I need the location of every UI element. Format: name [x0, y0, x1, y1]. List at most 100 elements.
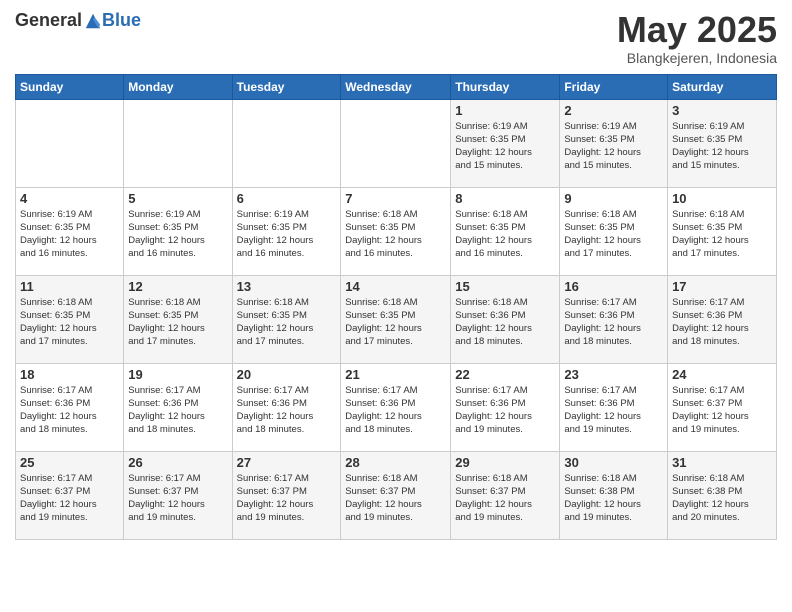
calendar-cell: 13Sunrise: 6:18 AM Sunset: 6:35 PM Dayli…	[232, 275, 341, 363]
day-number: 8	[455, 191, 555, 206]
calendar-cell: 6Sunrise: 6:19 AM Sunset: 6:35 PM Daylig…	[232, 187, 341, 275]
day-info: Sunrise: 6:18 AM Sunset: 6:37 PM Dayligh…	[455, 472, 555, 525]
day-number: 3	[672, 103, 772, 118]
calendar-cell: 25Sunrise: 6:17 AM Sunset: 6:37 PM Dayli…	[16, 451, 124, 539]
day-info: Sunrise: 6:17 AM Sunset: 6:36 PM Dayligh…	[20, 384, 119, 437]
calendar-cell: 10 Sunrise: 6:18 AM Sunset: 6:35 PM Dayli…	[668, 187, 777, 275]
day-info: Sunrise: 6:19 AM Sunset: 6:35 PM Dayligh…	[672, 120, 772, 173]
calendar-cell: 1 Sunrise: 6:19 AM Sunset: 6:35 PM Daylig…	[451, 99, 560, 187]
calendar-cell	[124, 99, 232, 187]
day-number: 23	[564, 367, 663, 382]
calendar-cell	[16, 99, 124, 187]
weekday-header-tuesday: Tuesday	[232, 74, 341, 99]
calendar-cell: 17 Sunrise: 6:17 AM Sunset: 6:36 PM Dayli…	[668, 275, 777, 363]
day-number: 25	[20, 455, 119, 470]
weekday-header-monday: Monday	[124, 74, 232, 99]
day-info: Sunrise: 6:17 AM Sunset: 6:36 PM Dayligh…	[672, 296, 772, 349]
day-info: Sunrise: 6:18 AM Sunset: 6:35 PM Dayligh…	[564, 208, 663, 261]
day-info: Sunrise: 6:17 AM Sunset: 6:36 PM Dayligh…	[564, 296, 663, 349]
calendar-cell: 31 Sunrise: 6:18 AM Sunset: 6:38 PM Dayli…	[668, 451, 777, 539]
weekday-header-thursday: Thursday	[451, 74, 560, 99]
calendar-cell: 19 Sunrise: 6:17 AM Sunset: 6:36 PM Dayli…	[124, 363, 232, 451]
day-number: 13	[237, 279, 337, 294]
calendar-table: SundayMondayTuesdayWednesdayThursdayFrid…	[15, 74, 777, 540]
calendar-cell: 11Sunrise: 6:18 AM Sunset: 6:35 PM Dayli…	[16, 275, 124, 363]
calendar-cell: 28 Sunrise: 6:18 AM Sunset: 6:37 PM Dayli…	[341, 451, 451, 539]
day-info: Sunrise: 6:17 AM Sunset: 6:37 PM Dayligh…	[128, 472, 227, 525]
calendar-cell: 4 Sunrise: 6:19 AM Sunset: 6:35 PM Daylig…	[16, 187, 124, 275]
calendar-week-1: 1 Sunrise: 6:19 AM Sunset: 6:35 PM Daylig…	[16, 99, 777, 187]
location-subtitle: Blangkejeren, Indonesia	[617, 50, 777, 66]
day-info: Sunrise: 6:18 AM Sunset: 6:37 PM Dayligh…	[345, 472, 446, 525]
day-number: 9	[564, 191, 663, 206]
logo: General Blue	[15, 10, 141, 31]
weekday-header-saturday: Saturday	[668, 74, 777, 99]
day-info: Sunrise: 6:17 AM Sunset: 6:37 PM Dayligh…	[672, 384, 772, 437]
day-info: Sunrise: 6:17 AM Sunset: 6:36 PM Dayligh…	[237, 384, 337, 437]
month-title: May 2025	[617, 10, 777, 50]
day-info: Sunrise: 6:17 AM Sunset: 6:36 PM Dayligh…	[564, 384, 663, 437]
day-info: Sunrise: 6:19 AM Sunset: 6:35 PM Dayligh…	[455, 120, 555, 173]
day-number: 31	[672, 455, 772, 470]
calendar-cell: 16 Sunrise: 6:17 AM Sunset: 6:36 PM Dayli…	[560, 275, 668, 363]
calendar-cell: 29 Sunrise: 6:18 AM Sunset: 6:37 PM Dayli…	[451, 451, 560, 539]
day-info: Sunrise: 6:18 AM Sunset: 6:35 PM Dayligh…	[672, 208, 772, 261]
weekday-header-wednesday: Wednesday	[341, 74, 451, 99]
weekday-header-row: SundayMondayTuesdayWednesdayThursdayFrid…	[16, 74, 777, 99]
day-number: 7	[345, 191, 446, 206]
calendar-cell	[232, 99, 341, 187]
calendar-week-5: 25 Sunrise: 6:17 AM Sunset: 6:37 PM Dayli…	[16, 451, 777, 539]
day-number: 22	[455, 367, 555, 382]
day-number: 24	[672, 367, 772, 382]
calendar-cell	[341, 99, 451, 187]
calendar-week-4: 18 Sunrise: 6:17 AM Sunset: 6:36 PM Dayli…	[16, 363, 777, 451]
day-info: Sunrise: 6:18 AM Sunset: 6:35 PM Dayligh…	[455, 208, 555, 261]
calendar-cell: 30 Sunrise: 6:18 AM Sunset: 6:38 PM Dayli…	[560, 451, 668, 539]
day-info: Sunrise: 6:18 AM Sunset: 6:38 PM Dayligh…	[672, 472, 772, 525]
calendar-cell: 20Sunrise: 6:17 AM Sunset: 6:36 PM Dayli…	[232, 363, 341, 451]
page-container: General Blue May 2025 Blangkejeren, Indo…	[0, 0, 792, 612]
calendar-cell: 21 Sunrise: 6:17 AM Sunset: 6:36 PM Dayli…	[341, 363, 451, 451]
day-info: Sunrise: 6:18 AM Sunset: 6:36 PM Dayligh…	[455, 296, 555, 349]
day-info: Sunrise: 6:19 AM Sunset: 6:35 PM Dayligh…	[20, 208, 119, 261]
day-number: 19	[128, 367, 227, 382]
calendar-week-2: 4 Sunrise: 6:19 AM Sunset: 6:35 PM Daylig…	[16, 187, 777, 275]
day-number: 15	[455, 279, 555, 294]
day-info: Sunrise: 6:17 AM Sunset: 6:37 PM Dayligh…	[237, 472, 337, 525]
logo-general-text: General	[15, 10, 82, 31]
weekday-header-sunday: Sunday	[16, 74, 124, 99]
day-number: 17	[672, 279, 772, 294]
day-info: Sunrise: 6:19 AM Sunset: 6:35 PM Dayligh…	[564, 120, 663, 173]
day-number: 29	[455, 455, 555, 470]
calendar-cell: 12Sunrise: 6:18 AM Sunset: 6:35 PM Dayli…	[124, 275, 232, 363]
day-info: Sunrise: 6:19 AM Sunset: 6:35 PM Dayligh…	[128, 208, 227, 261]
logo-icon	[84, 12, 102, 30]
day-number: 18	[20, 367, 119, 382]
calendar-cell: 2 Sunrise: 6:19 AM Sunset: 6:35 PM Daylig…	[560, 99, 668, 187]
day-number: 2	[564, 103, 663, 118]
calendar-week-3: 11Sunrise: 6:18 AM Sunset: 6:35 PM Dayli…	[16, 275, 777, 363]
day-number: 27	[237, 455, 337, 470]
day-number: 21	[345, 367, 446, 382]
day-info: Sunrise: 6:18 AM Sunset: 6:38 PM Dayligh…	[564, 472, 663, 525]
calendar-cell: 9 Sunrise: 6:18 AM Sunset: 6:35 PM Daylig…	[560, 187, 668, 275]
calendar-cell: 14Sunrise: 6:18 AM Sunset: 6:35 PM Dayli…	[341, 275, 451, 363]
day-number: 28	[345, 455, 446, 470]
day-info: Sunrise: 6:17 AM Sunset: 6:36 PM Dayligh…	[345, 384, 446, 437]
calendar-cell: 18 Sunrise: 6:17 AM Sunset: 6:36 PM Dayli…	[16, 363, 124, 451]
calendar-cell: 27 Sunrise: 6:17 AM Sunset: 6:37 PM Dayli…	[232, 451, 341, 539]
day-info: Sunrise: 6:18 AM Sunset: 6:35 PM Dayligh…	[128, 296, 227, 349]
day-info: Sunrise: 6:18 AM Sunset: 6:35 PM Dayligh…	[345, 208, 446, 261]
calendar-cell: 22 Sunrise: 6:17 AM Sunset: 6:36 PM Dayli…	[451, 363, 560, 451]
day-number: 16	[564, 279, 663, 294]
day-info: Sunrise: 6:17 AM Sunset: 6:36 PM Dayligh…	[455, 384, 555, 437]
calendar-cell: 7 Sunrise: 6:18 AM Sunset: 6:35 PM Daylig…	[341, 187, 451, 275]
day-number: 1	[455, 103, 555, 118]
day-number: 10	[672, 191, 772, 206]
day-number: 4	[20, 191, 119, 206]
calendar-cell: 3 Sunrise: 6:19 AM Sunset: 6:35 PM Daylig…	[668, 99, 777, 187]
calendar-cell: 8 Sunrise: 6:18 AM Sunset: 6:35 PM Daylig…	[451, 187, 560, 275]
title-section: May 2025 Blangkejeren, Indonesia	[617, 10, 777, 66]
day-number: 30	[564, 455, 663, 470]
day-info: Sunrise: 6:17 AM Sunset: 6:36 PM Dayligh…	[128, 384, 227, 437]
